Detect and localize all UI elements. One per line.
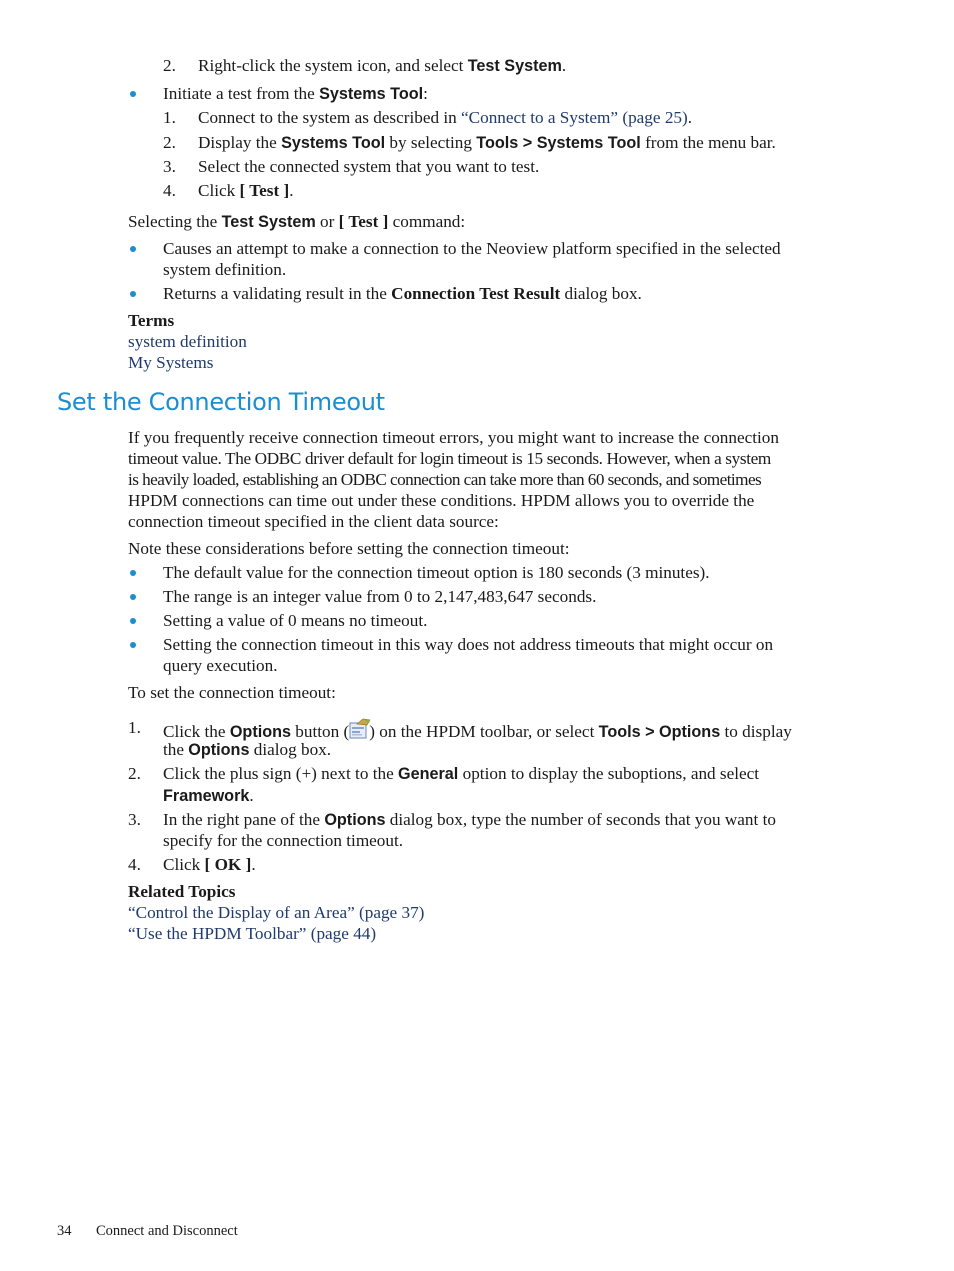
step-number: 1. — [163, 108, 176, 127]
step-text-continued: Framework. — [163, 786, 254, 805]
step-number: 2. — [163, 133, 176, 152]
intro-line: connection timeout specified in the clie… — [128, 512, 499, 531]
step-number: 3. — [128, 810, 141, 829]
note-intro: Note these considerations before setting… — [128, 539, 570, 558]
consideration-text: The range is an integer value from 0 to … — [163, 587, 597, 606]
procedure-intro: To set the connection timeout: — [128, 683, 336, 702]
bullet-text: Returns a validating result in the Conne… — [163, 284, 642, 303]
step-text: Click [ OK ]. — [163, 855, 256, 874]
consideration-text-continued: query execution. — [163, 656, 278, 675]
step-number: 2. — [163, 56, 176, 75]
consideration-text: Setting a value of 0 means no timeout. — [163, 611, 428, 630]
step-text: Click the plus sign (+) next to the Gene… — [163, 764, 760, 783]
bullet-icon — [130, 618, 136, 624]
intro-line: timeout value. The ODBC driver default f… — [128, 449, 771, 468]
step-text: Connect to the system as described in “C… — [198, 108, 693, 127]
term-link-system-definition[interactable]: system definition — [128, 332, 247, 352]
step-text: Right-click the system icon, and select … — [198, 56, 567, 75]
step-number: 3. — [163, 157, 176, 176]
bullet-icon — [130, 91, 136, 97]
connect-to-system-link[interactable]: “Connect to a System” (page 25) — [461, 108, 688, 127]
related-link-control-display[interactable]: “Control the Display of an Area” (page 3… — [128, 903, 424, 923]
bullet-icon — [130, 246, 136, 252]
step-number: 4. — [163, 181, 176, 200]
step-number: 1. — [128, 718, 141, 737]
term-link-my-systems[interactable]: My Systems — [128, 353, 213, 373]
step-number: 4. — [128, 855, 141, 874]
bullet-icon — [130, 291, 136, 297]
bullet-text: Initiate a test from the Systems Tool: — [163, 84, 428, 103]
terms-label: Terms — [128, 311, 175, 330]
step-text-continued: the Options dialog box. — [163, 740, 332, 759]
intro-line: If you frequently receive connection tim… — [128, 428, 779, 447]
step-text: Click the Options button () on the HPDM … — [163, 718, 792, 742]
step-text: In the right pane of the Options dialog … — [163, 810, 776, 829]
bullet-icon — [130, 642, 136, 648]
intro-line: is heavily loaded, establishing an ODBC … — [128, 470, 762, 489]
section-title: Set the Connection Timeout — [57, 388, 385, 416]
step-text: Select the connected system that you wan… — [198, 157, 540, 176]
selecting-paragraph: Selecting the Test System or [ Test ] co… — [128, 212, 466, 231]
bullet-icon — [130, 570, 136, 576]
step-text-continued: specify for the connection timeout. — [163, 831, 404, 850]
bullet-icon — [130, 594, 136, 600]
consideration-text: The default value for the connection tim… — [163, 563, 710, 582]
step-text: Display the Systems Tool by selecting To… — [198, 133, 776, 152]
step-number: 2. — [128, 764, 141, 783]
related-link-hpdm-toolbar[interactable]: “Use the HPDM Toolbar” (page 44) — [128, 924, 376, 944]
related-topics-label: Related Topics — [128, 882, 236, 901]
bullet-text: Causes an attempt to make a connection t… — [163, 239, 781, 258]
consideration-text: Setting the connection timeout in this w… — [163, 635, 774, 654]
chapter-title: Connect and Disconnect — [96, 1223, 238, 1239]
page-number: 34 — [57, 1223, 72, 1239]
intro-line: HPDM connections can time out under thes… — [128, 491, 755, 510]
step-text: Click [ Test ]. — [198, 181, 294, 200]
bullet-text-continued: system definition. — [163, 260, 287, 279]
options-icon — [349, 718, 371, 739]
